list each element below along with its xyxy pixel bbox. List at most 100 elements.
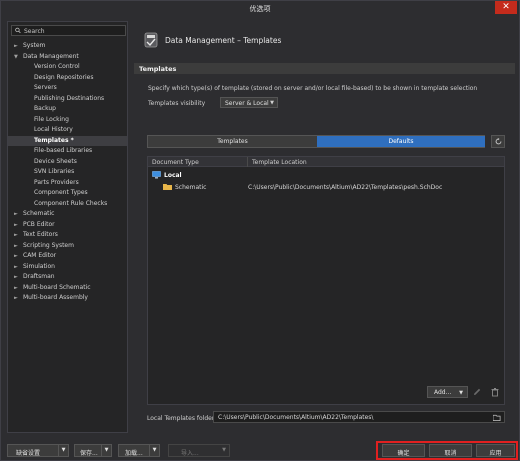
- chevron-down-icon[interactable]: ▼: [101, 445, 111, 456]
- load-button[interactable]: 加载... ▼: [118, 444, 160, 457]
- tree-item[interactable]: ► Scripting System: [8, 241, 127, 252]
- templates-folder-field[interactable]: C:\Users\Public\Documents\Altium\AD22\Te…: [213, 411, 505, 423]
- chevron-right-icon[interactable]: ►: [14, 283, 18, 294]
- save-button[interactable]: 保存... ▼: [74, 444, 112, 457]
- visibility-label: Templates visibility: [148, 100, 206, 107]
- tree-item[interactable]: Component Types: [8, 188, 127, 199]
- cancel-label: 取消: [444, 449, 457, 457]
- defaults-table: Document Type Template Location Local Sc…: [147, 156, 505, 405]
- tree-item-label: Device Sheets: [34, 157, 77, 165]
- chevron-right-icon[interactable]: ►: [14, 220, 18, 231]
- tree-item-label: Publishing Destinations: [34, 94, 105, 102]
- tab-defaults[interactable]: Defaults: [317, 136, 485, 147]
- tree-item-label: PCB Editor: [23, 220, 55, 228]
- tree-item[interactable]: ► Simulation: [8, 262, 127, 273]
- tree-item[interactable]: Device Sheets: [8, 157, 127, 168]
- group-label: Local: [164, 171, 182, 179]
- tree-item[interactable]: ► Draftsman: [8, 272, 127, 283]
- visibility-select[interactable]: Server & Local ▼: [220, 97, 278, 108]
- chevron-down-icon[interactable]: ▼: [149, 445, 159, 456]
- tree-item[interactable]: Publishing Destinations: [8, 94, 127, 105]
- chevron-right-icon[interactable]: ►: [14, 241, 18, 252]
- tree-item-label: Backup: [34, 105, 56, 112]
- templates-folder-value: C:\Users\Public\Documents\Altium\AD22\Te…: [218, 414, 374, 421]
- tree-item-label: Parts Providers: [34, 178, 79, 186]
- tree-item-label: Component Rule Checks: [34, 199, 108, 207]
- tree-item[interactable]: Backup: [8, 104, 127, 115]
- apply-label: 应用: [489, 449, 502, 457]
- tree-item[interactable]: ► Text Editors: [8, 230, 127, 241]
- tree-item-label: Local History: [34, 126, 73, 133]
- tree-item[interactable]: ► CAM Editor: [8, 251, 127, 262]
- tree-item[interactable]: Servers: [8, 83, 127, 94]
- tree-item[interactable]: ► PCB Editor: [8, 220, 127, 231]
- tree-item[interactable]: Templates *: [8, 135, 127, 146]
- folder-icon: [163, 184, 172, 190]
- chevron-right-icon[interactable]: ►: [14, 293, 18, 304]
- tree-item[interactable]: File-based Libraries: [8, 146, 127, 157]
- chevron-right-icon[interactable]: ►: [14, 262, 18, 273]
- section-title: Templates: [139, 65, 177, 73]
- search-input[interactable]: Search: [11, 25, 126, 36]
- tree-item[interactable]: Component Rule Checks: [8, 199, 127, 210]
- tree-item[interactable]: Local History: [8, 125, 127, 136]
- import-label: 导入...: [181, 449, 199, 457]
- tree-item[interactable]: File Locking: [8, 115, 127, 126]
- tree-item[interactable]: ► Schematic: [8, 209, 127, 220]
- column-document-type[interactable]: Document Type: [152, 159, 199, 166]
- tree-item-label: Design Repositories: [34, 73, 94, 81]
- chevron-right-icon[interactable]: ►: [14, 230, 18, 241]
- cancel-button[interactable]: 取消: [429, 444, 472, 457]
- tree-item[interactable]: ► System: [8, 41, 127, 52]
- tree-item[interactable]: Version Control: [8, 62, 127, 73]
- search-icon: [15, 27, 21, 34]
- chevron-right-icon[interactable]: ►: [14, 41, 18, 52]
- tree-item[interactable]: Parts Providers: [8, 178, 127, 189]
- pencil-icon[interactable]: [472, 387, 482, 397]
- add-button[interactable]: Add... ▼: [427, 386, 468, 398]
- tree-item[interactable]: Design Repositories: [8, 73, 127, 84]
- tree-item-label: Data Management: [23, 52, 79, 60]
- table-row[interactable]: Schematic C:\Users\Public\Documents\Alti…: [148, 182, 504, 192]
- tab-strip: Templates Defaults: [147, 135, 485, 148]
- tree-item-label: Multi-board Schematic: [23, 283, 91, 291]
- close-button[interactable]: ✕: [495, 1, 517, 14]
- chevron-right-icon[interactable]: ►: [14, 209, 18, 220]
- chevron-down-icon[interactable]: ▼: [14, 52, 18, 63]
- title-bar: 优选项 ✕: [1, 1, 519, 15]
- chevron-down-icon: ▼: [459, 389, 463, 396]
- import-button[interactable]: 导入... ▼: [168, 444, 230, 457]
- description-text: Specify which type(s) of template (store…: [148, 85, 478, 92]
- default-settings-button[interactable]: 缺省设置 ▼: [7, 444, 69, 457]
- tree-item[interactable]: SVN Libraries: [8, 167, 127, 178]
- tree-item-label: Version Control: [34, 63, 80, 70]
- tree-item-label: Text Editors: [23, 231, 58, 238]
- tree-item[interactable]: ► Multi-board Assembly: [8, 293, 127, 304]
- add-button-label: Add...: [434, 389, 452, 396]
- window-title: 优选项: [249, 5, 271, 13]
- ok-button[interactable]: 确定: [382, 444, 425, 457]
- tree-item-label: System: [23, 42, 46, 49]
- column-divider[interactable]: [247, 157, 248, 167]
- refresh-button[interactable]: [491, 135, 505, 148]
- tree-item-label: SVN Libraries: [34, 168, 75, 175]
- chevron-down-icon[interactable]: ▼: [219, 445, 229, 456]
- main-panel: Data Management – Templates Templates Sp…: [134, 21, 515, 433]
- trash-icon[interactable]: [490, 387, 500, 397]
- refresh-icon: [495, 138, 501, 145]
- tree-item[interactable]: ► Multi-board Schematic: [8, 283, 127, 294]
- group-row-local[interactable]: Local: [148, 170, 504, 180]
- default-settings-label: 缺省设置: [16, 449, 41, 457]
- chevron-down-icon[interactable]: ▼: [58, 445, 68, 456]
- data-management-icon: [144, 32, 158, 48]
- close-icon[interactable]: ✕: [502, 2, 510, 12]
- page-title: Data Management – Templates: [165, 36, 282, 45]
- tree-item[interactable]: ▼ Data Management: [8, 52, 127, 63]
- apply-button[interactable]: 应用: [476, 444, 515, 457]
- tree-item-label: Scripting System: [23, 241, 74, 249]
- chevron-right-icon[interactable]: ►: [14, 272, 18, 283]
- tab-templates[interactable]: Templates: [148, 136, 317, 147]
- folder-open-icon[interactable]: [493, 414, 501, 421]
- chevron-right-icon[interactable]: ►: [14, 251, 18, 262]
- column-template-location[interactable]: Template Location: [252, 159, 307, 166]
